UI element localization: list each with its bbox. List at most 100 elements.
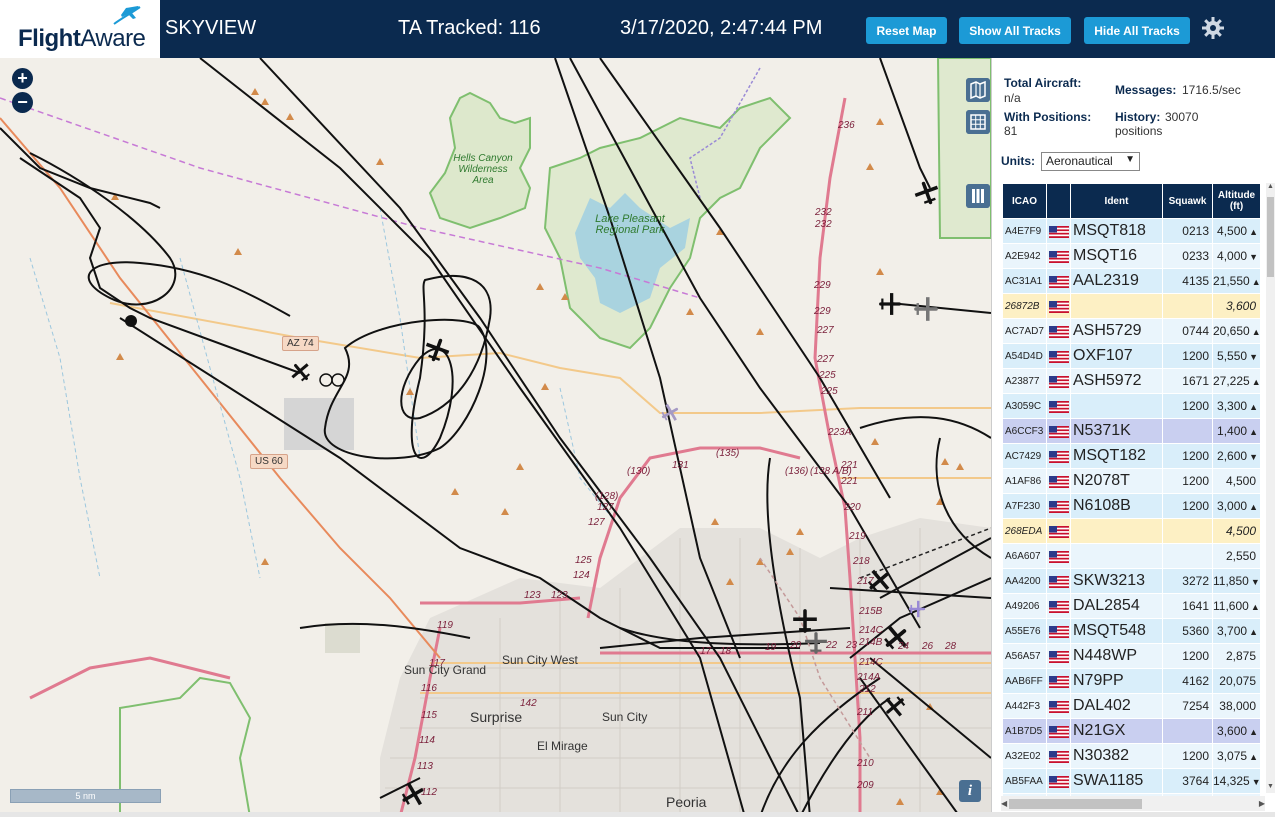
scroll-thumb[interactable] xyxy=(1009,799,1142,809)
hwy-label: 23 xyxy=(846,640,858,651)
hide-all-tracks-button[interactable]: Hide All Tracks xyxy=(1084,17,1190,44)
cell-altitude: 20,650 ▲ xyxy=(1212,318,1260,344)
track-loops xyxy=(319,373,345,387)
us-flag-icon xyxy=(1049,750,1069,763)
table-row[interactable]: AC7429 MSQT182 1200 2,600 ▼ xyxy=(1002,443,1260,469)
cell-icao: A1AF86 xyxy=(1002,468,1047,494)
cell-icao: A23877 xyxy=(1002,368,1047,394)
horizontal-scrollbar[interactable]: ◀ ▶ xyxy=(1001,796,1265,811)
table-row[interactable]: A23877 ASH5972 1671 27,225 ▲ xyxy=(1002,368,1260,394)
table-row[interactable]: 26872B 3,600 xyxy=(1002,293,1260,319)
aircraft-icon[interactable] xyxy=(424,337,450,363)
table-row[interactable]: A1AF86 N2078T 1200 4,500 xyxy=(1002,468,1260,494)
zoom-in-button[interactable]: + xyxy=(12,68,33,89)
table-row[interactable]: A55E76 MSQT548 5360 3,700 ▲ xyxy=(1002,618,1260,644)
gray-area xyxy=(325,623,360,653)
scroll-right-icon[interactable]: ▶ xyxy=(1259,796,1265,811)
columns-icon[interactable] xyxy=(966,184,990,208)
cell-ident: OXF107 xyxy=(1070,343,1163,369)
cell-altitude: 3,600 xyxy=(1212,293,1260,319)
cell-flag xyxy=(1046,368,1071,394)
table-row[interactable]: AB5FAA SWA1185 3764 14,325 ▼ xyxy=(1002,768,1260,794)
table-row[interactable]: AA4200 SKW3213 3272 11,850 ▼ xyxy=(1002,568,1260,594)
label-sun-city-grand: Sun City Grand xyxy=(404,663,487,677)
table-row[interactable]: AC31A1 AAL2319 4135 21,550 ▲ xyxy=(1002,268,1260,294)
column-header-altitude[interactable]: Altitude (ft) xyxy=(1212,183,1260,219)
scroll-thumb[interactable] xyxy=(1267,197,1274,277)
cell-squawk: 1200 xyxy=(1162,643,1213,669)
table-row[interactable]: A6A607 2,550 xyxy=(1002,543,1260,569)
gear-icon[interactable] xyxy=(1201,16,1225,40)
aircraft-icon[interactable] xyxy=(913,296,939,322)
cell-ident: SWA1185 xyxy=(1070,768,1163,794)
table-row[interactable]: A7F230 N6108B 1200 3,000 ▲ xyxy=(1002,493,1260,519)
map-layers-icon[interactable] xyxy=(966,78,990,102)
us-flag-icon xyxy=(1049,375,1069,388)
aircraft-icon[interactable] xyxy=(908,600,926,618)
units-selected-value: Aeronautical xyxy=(1046,154,1113,168)
hwy-label: (136) xyxy=(785,466,809,477)
with-positions-label: With Positions: xyxy=(1004,110,1092,124)
scroll-up-icon[interactable]: ▲ xyxy=(1266,183,1275,193)
hwy-label: 236 xyxy=(838,120,855,131)
aircraft-icon[interactable] xyxy=(878,292,902,316)
flightaware-logo[interactable]: FlightAware xyxy=(0,0,160,58)
hwy-label: 217 xyxy=(857,576,874,587)
scroll-down-icon[interactable]: ▼ xyxy=(1266,783,1275,793)
table-row[interactable]: A442F3 DAL402 7254 38,000 xyxy=(1002,693,1260,719)
table-row[interactable]: A1B7D5 N21GX 3,600 ▲ xyxy=(1002,718,1260,744)
us-flag-icon xyxy=(1049,550,1069,563)
show-all-tracks-button[interactable]: Show All Tracks xyxy=(959,17,1071,44)
cell-squawk: 1200 xyxy=(1162,443,1213,469)
gray-area xyxy=(284,398,354,450)
column-header-icao[interactable]: ICAO xyxy=(1002,183,1047,219)
cell-squawk xyxy=(1162,543,1213,569)
column-header-squawk[interactable]: Squawk xyxy=(1162,183,1213,219)
map-view[interactable]: Hells Canyon Wilderness Area Lake Pleasa… xyxy=(0,58,991,817)
aircraft-icon[interactable] xyxy=(290,361,312,383)
scroll-left-icon[interactable]: ◀ xyxy=(1001,796,1007,811)
cell-squawk: 1200 xyxy=(1162,393,1213,419)
info-button[interactable]: i xyxy=(959,780,981,802)
table-row[interactable]: A32E02 N30382 1200 3,075 ▲ xyxy=(1002,743,1260,769)
table-row[interactable]: A6CCF3 N5371K 1,400 ▲ xyxy=(1002,418,1260,444)
site-name: SKYVIEW xyxy=(165,17,257,39)
hwy-label: 127 xyxy=(588,517,605,528)
table-row[interactable]: AAB6FF N79PP 4162 20,075 xyxy=(1002,668,1260,694)
us-flag-icon xyxy=(1049,425,1069,438)
hwy-label: 227 xyxy=(817,354,834,365)
table-row[interactable]: AC7AD7 ASH5729 0744 20,650 ▲ xyxy=(1002,318,1260,344)
units-select[interactable]: Aeronautical ▼ xyxy=(1041,152,1140,171)
hwy-label: 232 xyxy=(815,207,832,218)
label-el-mirage: El Mirage xyxy=(537,739,588,753)
cell-ident: N5371K xyxy=(1070,418,1163,444)
table-row[interactable]: A54D4D OXF107 1200 5,550 ▼ xyxy=(1002,343,1260,369)
aircraft-icon[interactable] xyxy=(883,694,907,718)
aircraft-icon[interactable] xyxy=(804,631,828,655)
cell-altitude: 2,550 xyxy=(1212,543,1260,569)
table-row[interactable]: A49206 DAL2854 1641 11,600 ▲ xyxy=(1002,593,1260,619)
table-row[interactable]: A3059C 1200 3,300 ▲ xyxy=(1002,393,1260,419)
altitude-value: 3,300 xyxy=(1217,399,1248,413)
table-row[interactable]: A56A57 N448WP 1200 2,875 xyxy=(1002,643,1260,669)
table-row[interactable]: 268EDA 4,500 xyxy=(1002,518,1260,544)
aircraft-icon[interactable] xyxy=(914,180,940,206)
aircraft-icon[interactable] xyxy=(660,403,680,423)
cell-squawk: 5360 xyxy=(1162,618,1213,644)
column-header-flag[interactable] xyxy=(1046,183,1071,219)
vertical-scrollbar[interactable]: ▲ ▼ xyxy=(1266,183,1275,793)
plane-logo-icon xyxy=(113,6,141,25)
table-row[interactable]: A2E942 MSQT16 0233 4,000 ▼ xyxy=(1002,243,1260,269)
label-peoria: Peoria xyxy=(666,794,707,810)
column-header-ident[interactable]: Ident xyxy=(1070,183,1163,219)
cell-squawk xyxy=(1162,418,1213,444)
altitude-value: 2,600 xyxy=(1217,449,1248,463)
zoom-out-button[interactable]: − xyxy=(12,92,33,113)
table-row[interactable]: A4E7F9 MSQT818 0213 4,500 ▲ xyxy=(1002,218,1260,244)
grid-icon[interactable] xyxy=(966,110,990,134)
total-aircraft-value: n/a xyxy=(1004,91,1021,105)
hwy-label: 214B xyxy=(859,637,883,648)
reset-map-button[interactable]: Reset Map xyxy=(866,17,947,44)
cell-icao: AC7AD7 xyxy=(1002,318,1047,344)
us-flag-icon xyxy=(1049,525,1069,538)
